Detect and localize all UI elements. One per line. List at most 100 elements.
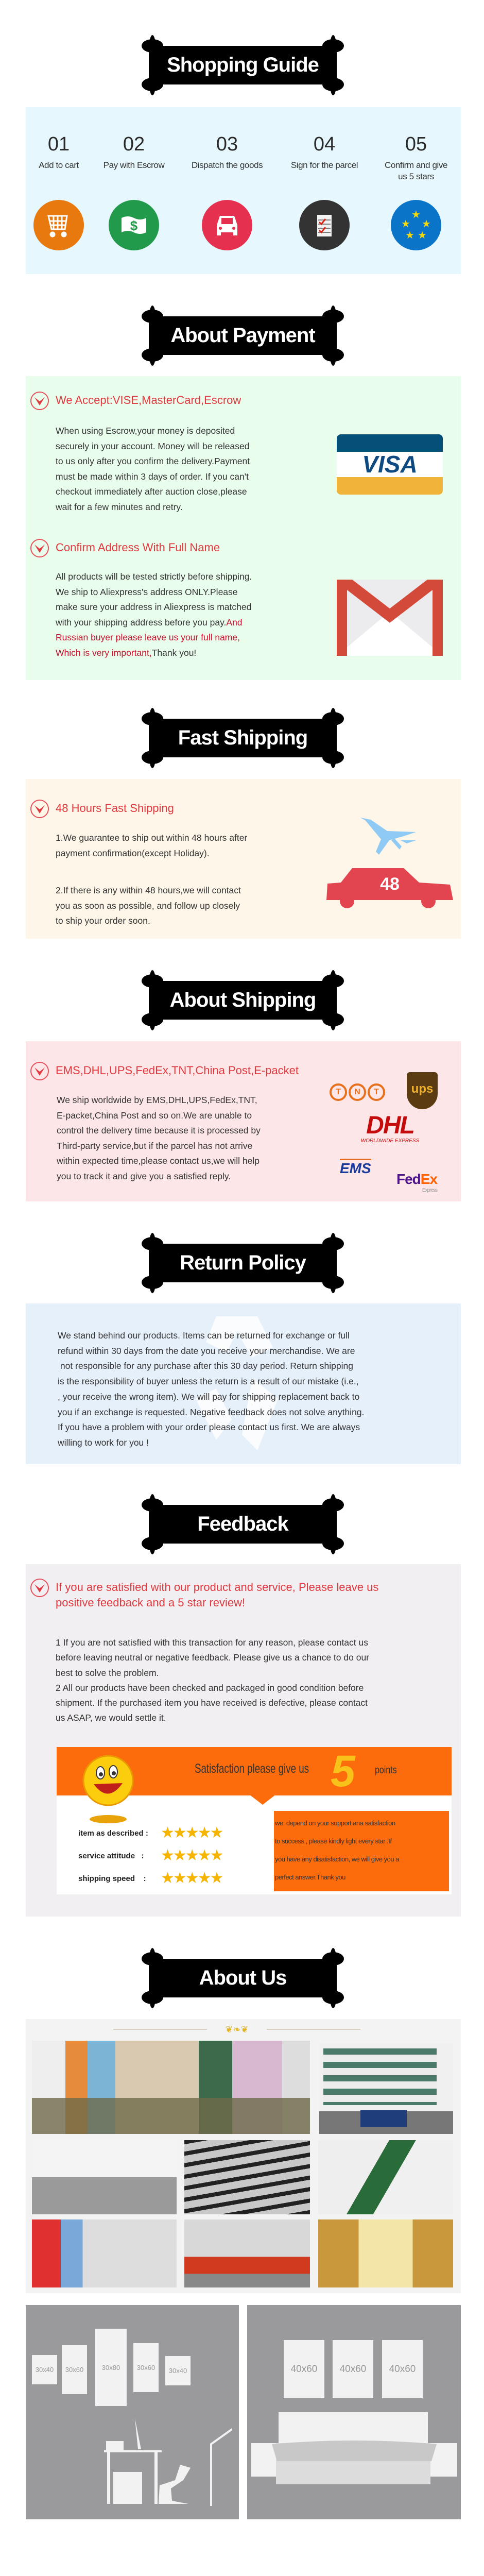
rating-label: service attitude : [78,1851,144,1860]
about-shipping-panel: EMS,DHL,UPS,FedEx,TNT,China Post,E-packe… [26,1041,461,1201]
text-line: within expected time,please contact us,w… [57,1156,260,1166]
step-2: 02 Pay with Escrow [93,133,175,171]
text-line: shipment. If the purchased item you have… [56,1698,368,1708]
chevron-down-circle-icon [30,392,56,415]
highlight-span: And [226,617,243,628]
five-stars: ★★★★★ [161,1824,223,1841]
text-line: If you are satisfied with our product an… [56,1581,379,1594]
about-us-banner: About Us [142,1948,344,2008]
svg-text:$: $ [130,218,138,233]
card-message: we depend on your support ana satisfacti… [274,1811,449,1891]
heading-lines: If you are satisfied with our product an… [56,1580,378,1611]
frame-size: 30x60 [62,2345,87,2394]
office-wall-panel: 30x40 30x60 30x80 30x60 30x40 [26,2305,239,2519]
frame-size: 30x40 [165,2356,191,2385]
text-line: us ASAP, we would settle it. [56,1713,166,1723]
text-line: refund within 30 days from the date you … [58,1345,355,1356]
fast-shipping-banner: Fast Shipping [142,708,344,768]
text-line: 2 All our products have been checked and… [56,1682,364,1693]
chevron-down-circle-icon [30,539,56,562]
printing-photo [32,2219,177,2287]
ups-logo: ups [407,1072,438,1109]
section-title: About Us [199,1967,287,1989]
assembly-line-photo [184,2140,310,2214]
text-line: checkout immediately after auction close… [56,486,247,497]
shopping-guide-banner: Shopping Guide [142,35,344,95]
return-policy-panel: We stand behind our products. Items can … [26,1303,461,1464]
guarantee-paragraph: 1.We guarantee to ship out within 48 hou… [56,831,247,861]
text-line: 1 If you are not satisfied with this tra… [56,1637,368,1648]
ems-logo: EMS [340,1159,371,1177]
text-line: When using Escrow,your money is deposite… [56,426,235,436]
ratings-list: item as described : ★★★★★ service attitud… [78,1822,223,1890]
text-line: securely in your account. Money will be … [56,440,250,451]
text-line: E-packet,China Post and so on.We are una… [57,1110,252,1121]
desk-chair-door-icon [104,2418,232,2511]
text-line: Third-party service,but if the parcel ha… [57,1140,253,1151]
address-paragraph: All products will be tested strictly bef… [56,569,252,660]
warehouse-photo [32,2041,310,2134]
text-span: Thank you! [151,647,197,658]
feedback-paragraph: 1 If you are not satisfied with this tra… [56,1635,369,1726]
step-4: 04 Sign for the parcel [283,133,366,171]
text-line: We stand behind our products. Items can … [58,1330,350,1341]
contact-paragraph: 2.If there is any within 48 hours,we wil… [56,883,241,929]
svg-text:★: ★ [418,230,427,241]
section-title: Return Policy [180,1251,306,1274]
text-line: All products will be tested strictly bef… [56,571,252,582]
return-policy-banner: Return Policy [142,1233,344,1293]
dhl-subtext: WORLDWIDE EXPRESS [360,1138,420,1144]
text-line: best to solve the problem. [56,1667,159,1678]
rating-label: item as described : [78,1828,148,1838]
rating-row: item as described : ★★★★★ [78,1822,223,1844]
step-5: 05 Confirm and give us 5 stars [375,133,457,182]
card-header-text: Satisfaction please give us [195,1761,309,1776]
heading-text: Confirm Address With Full Name [56,541,220,554]
heading-text: We Accept:VISE,MasterCard,Escrow [56,394,241,406]
text-line: wait for a few minutes and retry. [56,501,183,512]
text-line: We ship worldwide by EMS,DHL,UPS,FedEx,T… [57,1095,257,1105]
about-payment-panel: We Accept:VISE,MasterCard,Escrow When us… [26,376,461,680]
feedback-heading: If you are satisfied with our product an… [30,1579,378,1611]
smiley-mascot-icon [77,1752,139,1824]
text-line: If you have a problem with your order pl… [58,1422,360,1433]
car-badge: 48 [380,874,400,894]
about-shipping-banner: About Shipping [142,970,344,1030]
bed-icon [251,2412,457,2484]
tnt-letter: T [368,1083,385,1101]
rating-row: shipping speed : ★★★★★ [78,1867,223,1890]
svg-text:★: ★ [405,230,414,241]
text-line: payment confirmation(except Holiday). [56,848,210,858]
text-line: you if an exchange is requested. Negativ… [58,1406,365,1417]
svg-text:★: ★ [422,218,431,230]
conveyor-photo [318,2140,453,2214]
fedex-ex: Ex [420,1171,438,1187]
fedex-logo: FedEx Express [396,1171,438,1193]
tnt-logo: T N T [330,1083,385,1101]
points-text: points [375,1765,397,1776]
money-icon: $ [109,200,159,250]
heading-text: EMS,DHL,UPS,FedEx,TNT,China Post,E-packe… [56,1064,299,1077]
svg-text:★: ★ [401,218,410,230]
chevron-down-circle-icon [30,800,56,823]
workshop-photo [32,2140,177,2214]
stars-icon: ★ ★ ★ ★ ★ [391,200,441,250]
address-heading: Confirm Address With Full Name [30,539,220,562]
text-line: We ship to Aliexpress's address ONLY.Ple… [56,586,238,597]
text-line: you to track it and give you a satisfied… [57,1171,231,1181]
highlight-lines: Russian buyer please leave us your full … [56,630,252,646]
section-title: Feedback [197,1513,289,1535]
text-line: to ship your order soon. [56,916,150,926]
shipping-paragraph: We ship worldwide by EMS,DHL,UPS,FedEx,T… [57,1093,261,1184]
payment-paragraph: When using Escrow,your money is deposite… [56,423,250,515]
step-label: Confirm and give us 5 stars [384,160,448,181]
fedex-fed: Fed [396,1171,421,1187]
chevron-down-circle-icon [30,1579,56,1602]
text-line: 1.We guarantee to ship out within 48 hou… [56,833,248,843]
step-number: 01 [47,133,70,155]
bedroom-wall-panel: 40x60 40x60 40x60 [247,2305,461,2519]
step-number: 05 [405,133,427,155]
dhl-logo: DHL WORLDWIDE EXPRESS [327,1113,453,1144]
ornament-icon: ❦❧❦ [207,2024,267,2035]
frame-size: 30x40 [32,2355,57,2384]
